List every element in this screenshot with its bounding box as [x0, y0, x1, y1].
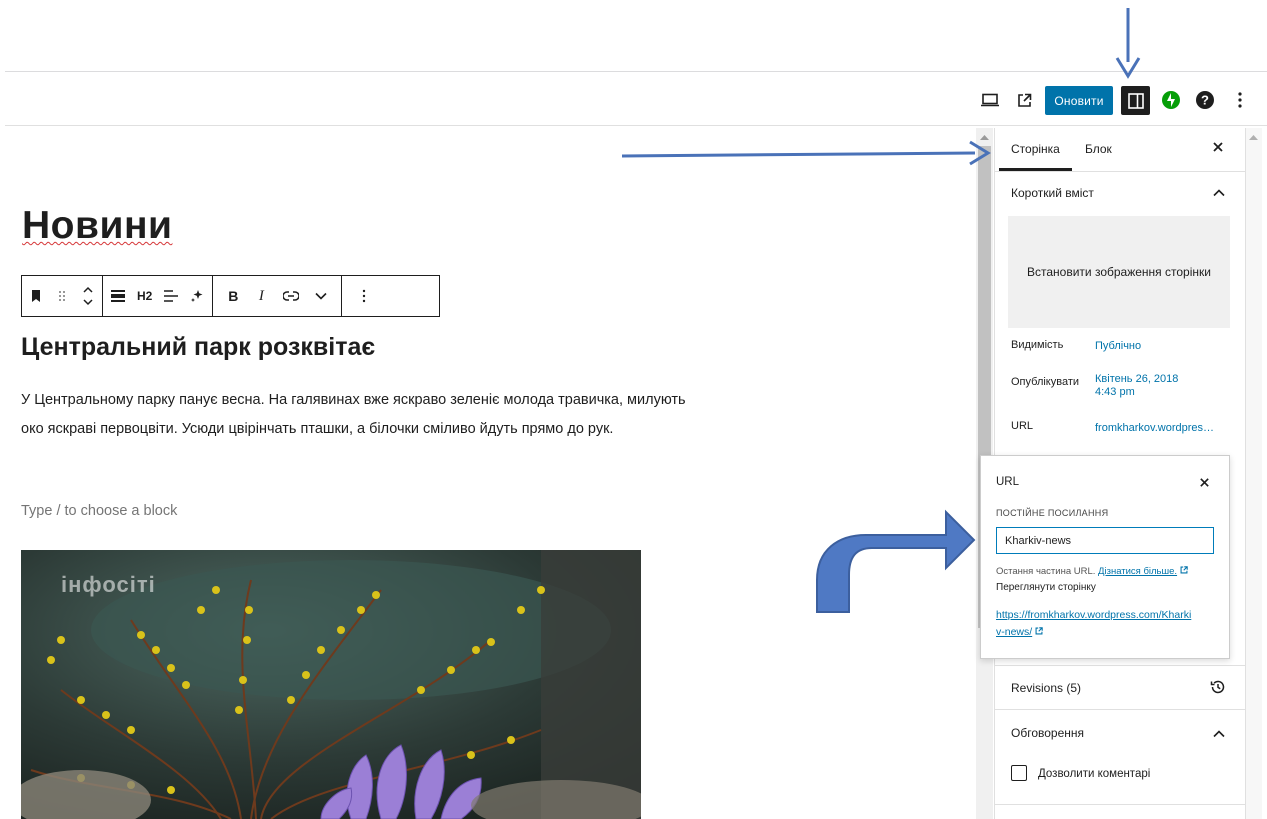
jetpack-icon — [1162, 91, 1180, 109]
heading-level-button[interactable]: H2 — [137, 289, 152, 303]
publish-label: Опублікувати — [1011, 376, 1080, 388]
scroll-up-arrow-icon — [1249, 135, 1258, 140]
move-up-down-icon[interactable] — [82, 285, 94, 307]
block-toolbar-group-3: B I — [213, 276, 343, 316]
scroll-up-arrow-icon — [980, 135, 989, 140]
discussion-separator — [995, 709, 1245, 710]
permalink-help: Остання частина URL. Дізнатися більше. — [996, 566, 1188, 577]
bottom-separator — [995, 804, 1245, 805]
revisions-link[interactable]: Revisions (5) — [1011, 681, 1081, 695]
history-icon — [1210, 680, 1225, 694]
jetpack-button[interactable] — [1159, 88, 1183, 112]
image-watermark: інфосіті — [61, 572, 156, 597]
publish-time-text: 4:43 pm — [1095, 386, 1135, 398]
block-placeholder[interactable]: Type / to choose a block — [21, 503, 177, 519]
tab-block[interactable]: Блок — [1085, 142, 1112, 156]
external-link-icon — [1035, 627, 1043, 635]
sidebar-tabs: Сторінка Блок — [995, 128, 1245, 172]
discussion-panel-title[interactable]: Обговорення — [1011, 726, 1084, 740]
header-divider — [5, 125, 1267, 126]
close-icon — [1213, 142, 1223, 152]
arrow-to-settings-toggle — [1115, 8, 1141, 79]
permalink-label: ПОСТІЙНЕ ПОСИЛАННЯ — [996, 508, 1109, 518]
close-icon — [1200, 478, 1209, 487]
view-page-label: Переглянути сторінку — [996, 582, 1096, 593]
revisions-separator — [995, 665, 1245, 666]
more-vertical-icon — [1238, 92, 1242, 108]
content-paragraph[interactable]: У Центральному парку панує весна. На гал… — [21, 386, 691, 444]
block-options-icon[interactable] — [358, 289, 370, 303]
chevron-up-icon — [1213, 189, 1225, 197]
bookmark-icon[interactable] — [30, 290, 42, 302]
page-title[interactable]: Новини — [22, 204, 172, 248]
ai-sparkle-icon[interactable] — [190, 289, 204, 303]
desktop-preview-icon — [981, 93, 999, 107]
full-url-line-2-row: v-news/ — [996, 624, 1191, 641]
visibility-label: Видимість — [1011, 339, 1064, 351]
full-url-link[interactable]: https://fromkharkov.wordpress.com/Kharki… — [996, 607, 1191, 641]
tab-page[interactable]: Сторінка — [999, 142, 1072, 171]
permalink-help-text: Остання частина URL. — [996, 566, 1096, 577]
help-button[interactable]: ? — [1193, 88, 1217, 112]
content-heading[interactable]: Центральний парк розквітає — [21, 333, 375, 362]
allow-comments-checkbox[interactable] — [1011, 765, 1027, 781]
content-image[interactable]: інфосіті — [21, 550, 641, 819]
summary-collapse-button[interactable] — [1213, 184, 1225, 202]
discussion-collapse-button[interactable] — [1213, 725, 1225, 743]
block-toolbar-group-1 — [22, 276, 103, 316]
url-value[interactable]: fromkharkov.wordpress.com/kharkiv-news — [1095, 422, 1217, 435]
summary-panel-title[interactable]: Короткий вміст — [1011, 186, 1094, 200]
text-align-icon[interactable] — [164, 290, 179, 302]
drag-handle-icon[interactable] — [56, 290, 68, 302]
external-link-icon — [1180, 566, 1188, 574]
set-featured-image-button[interactable]: Встановити зображення сторінки — [1008, 216, 1230, 328]
sidebar-toggle-icon — [1127, 92, 1144, 109]
publish-date[interactable]: Квітень 26, 2018 4:43 pm — [1095, 373, 1178, 399]
revisions-button[interactable] — [1210, 679, 1226, 700]
learn-more-link[interactable]: Дізнатися більше. — [1098, 566, 1177, 577]
block-toolbar-group-2: H2 — [103, 276, 214, 316]
close-sidebar-button[interactable] — [1212, 140, 1226, 154]
chevron-down-icon[interactable] — [315, 292, 327, 300]
publish-date-text: Квітень 26, 2018 — [1095, 373, 1179, 385]
full-url-line-2: v-news/ — [996, 626, 1033, 638]
italic-button[interactable]: I — [255, 288, 267, 305]
allow-comments-label: Дозволити коментарі — [1038, 768, 1151, 780]
visibility-value[interactable]: Публічно — [1095, 340, 1141, 353]
link-icon[interactable] — [283, 291, 300, 301]
block-toolbar-group-4 — [342, 276, 386, 316]
bold-button[interactable]: B — [227, 288, 239, 304]
view-page-button[interactable] — [1012, 88, 1036, 112]
close-popover-button[interactable] — [1199, 475, 1211, 487]
sidebar-scrollbar[interactable] — [1245, 128, 1262, 819]
desktop-preview-button[interactable] — [978, 88, 1002, 112]
more-options-button[interactable] — [1230, 88, 1250, 112]
svg-text:?: ? — [1201, 93, 1209, 108]
top-border — [5, 71, 1267, 72]
arrow-to-page-tab — [621, 140, 991, 166]
permalink-slug-input[interactable] — [996, 527, 1214, 554]
block-toolbar: H2 B I — [21, 275, 440, 317]
chevron-up-icon — [1213, 730, 1225, 738]
arrow-to-slug-input — [816, 509, 976, 613]
url-label: URL — [1011, 420, 1034, 432]
external-link-icon — [1017, 93, 1031, 107]
full-url-line-1: https://fromkharkov.wordpress.com/Kharki — [996, 609, 1192, 621]
url-popover: URL ПОСТІЙНЕ ПОСИЛАННЯ Остання частина U… — [980, 455, 1230, 659]
update-button[interactable]: Оновити — [1045, 86, 1113, 115]
help-icon: ? — [1196, 91, 1214, 109]
popover-title: URL — [996, 476, 1020, 488]
align-wide-icon[interactable] — [111, 290, 125, 302]
settings-sidebar-toggle[interactable] — [1121, 86, 1150, 115]
